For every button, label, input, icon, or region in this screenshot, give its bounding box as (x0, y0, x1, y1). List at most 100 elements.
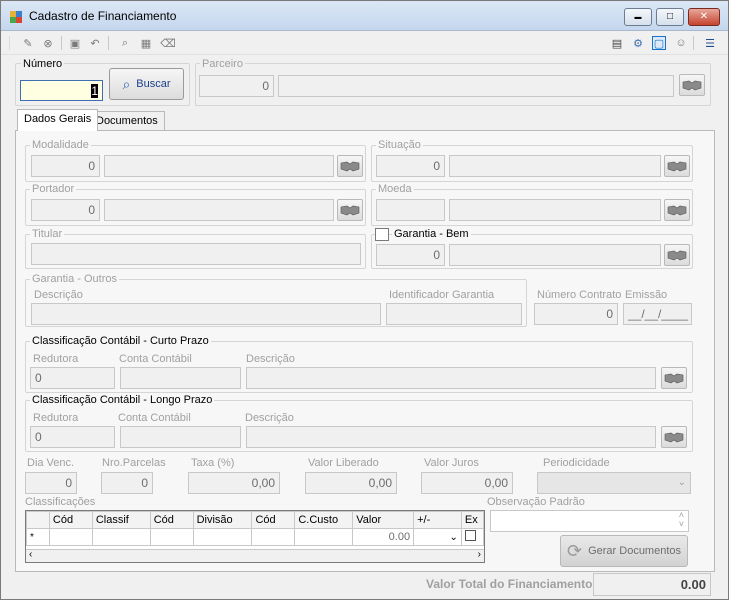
scroll-right-icon[interactable]: › (478, 549, 481, 560)
parceiro-name-field[interactable] (278, 75, 674, 97)
toolbar: ✎ ⊗ ▣ ↶ ⌕ ▦ ⌫ ▤ ⚙ ▢ ☺ ☰ (1, 31, 728, 55)
tab-documentos[interactable]: Documentos (89, 111, 165, 131)
column-header[interactable]: Cód (251, 511, 296, 529)
menu-icon[interactable]: ☰ (703, 36, 717, 50)
table-cell[interactable] (149, 528, 194, 546)
handshake-icon (664, 373, 684, 384)
table-cell[interactable] (192, 528, 253, 546)
garantia-descricao-label: Descrição (34, 289, 83, 301)
parceiro-lookup-button[interactable] (679, 74, 705, 96)
handshake-icon (667, 250, 687, 261)
curto-conta-field[interactable] (120, 367, 241, 389)
ex-checkbox[interactable] (464, 530, 476, 541)
tab-strip: Dados Gerais Documentos (15, 109, 715, 131)
garantia-descricao-field[interactable] (31, 303, 381, 325)
garantia-bem-lookup-button[interactable] (664, 244, 690, 266)
column-header[interactable]: Cód (149, 511, 194, 529)
toolbar-separator (693, 36, 694, 50)
periodicidade-select[interactable]: ⌄ (537, 472, 691, 494)
save-icon[interactable]: ▣ (68, 36, 82, 50)
eraser-icon[interactable]: ⌫ (160, 36, 176, 50)
curto-conta-label: Conta Contábil (119, 353, 192, 365)
column-header[interactable]: Valor (352, 511, 415, 529)
longo-descricao-field[interactable] (246, 426, 656, 448)
modalidade-name-field[interactable] (104, 155, 334, 177)
dia-venc-field[interactable]: 0 (25, 472, 77, 494)
curto-lookup-button[interactable] (661, 367, 687, 389)
longo-lookup-button[interactable] (661, 426, 687, 448)
ex-checkbox-cell[interactable] (460, 528, 484, 546)
grid-icon[interactable]: ▦ (139, 36, 153, 50)
portador-lookup-button[interactable] (337, 199, 363, 221)
column-header[interactable]: Cód (48, 511, 93, 529)
curto-descricao-label: Descrição (246, 353, 295, 365)
horizontal-scrollbar[interactable]: ‹ › (26, 549, 484, 562)
table-cell[interactable] (91, 528, 151, 546)
footer-total: Valor Total do Financiamento 0.00 (15, 572, 715, 597)
identificador-label: Identificador Garantia (389, 289, 495, 301)
garantia-bem-name-field[interactable] (449, 244, 661, 266)
parceiro-code-field[interactable]: 0 (199, 75, 274, 97)
report-icon[interactable]: ▤ (610, 36, 624, 50)
column-header[interactable]: Divisão (192, 511, 253, 529)
numero-input[interactable]: 1 (20, 80, 103, 101)
maximize-button[interactable]: □ (656, 8, 684, 26)
valor-juros-field[interactable]: 0,00 (421, 472, 513, 494)
valor-liberado-field[interactable]: 0,00 (305, 472, 397, 494)
moeda-name-field[interactable] (449, 199, 661, 221)
minimize-icon: ▬ (634, 14, 642, 21)
classificacoes-table: Cód Classif Cód Divisão Cód C.Custo Valo… (26, 511, 484, 546)
modalidade-lookup-button[interactable] (337, 155, 363, 177)
nro-parcelas-field[interactable]: 0 (101, 472, 153, 494)
buscar-button[interactable]: ⌕ Buscar (109, 68, 184, 100)
taxa-field[interactable]: 0,00 (188, 472, 280, 494)
new-row-marker: * (26, 528, 50, 546)
table-cell[interactable] (251, 528, 296, 546)
column-header[interactable]: C.Custo (294, 511, 354, 529)
longo-conta-field[interactable] (120, 426, 241, 448)
classificacoes-grid[interactable]: Cód Classif Cód Divisão Cód C.Custo Valo… (25, 510, 485, 563)
close-button[interactable]: ✕ (688, 8, 720, 26)
scroll-left-icon[interactable]: ‹ (29, 549, 32, 560)
nro-parcelas-label: Nro.Parcelas (102, 457, 166, 469)
longo-redutora-field[interactable]: 0 (30, 426, 115, 448)
periodicidade-label: Periodicidade (543, 457, 610, 469)
undo-icon[interactable]: ↶ (88, 36, 102, 50)
curto-redutora-field[interactable]: 0 (30, 367, 115, 389)
observacao-select[interactable]: ˄ ˅ (490, 510, 689, 532)
minimize-button[interactable]: ▬ (624, 8, 652, 26)
table-row[interactable]: * 0.00 ⌄ (26, 528, 484, 546)
cancel-icon[interactable]: ⊗ (41, 36, 55, 50)
settings-icon[interactable]: ⚙ (631, 36, 645, 50)
column-header[interactable]: Ex (460, 511, 484, 529)
garantia-bem-code-field[interactable]: 0 (376, 244, 445, 266)
handshake-icon (340, 161, 360, 172)
emissao-field[interactable]: __/__/____ (623, 303, 692, 325)
edit-icon[interactable]: ✎ (21, 36, 35, 50)
table-cell[interactable] (294, 528, 354, 546)
column-header[interactable]: +/- (413, 511, 462, 529)
portador-name-field[interactable] (104, 199, 334, 221)
titular-field[interactable] (31, 243, 361, 265)
situacao-name-field[interactable] (449, 155, 661, 177)
identificador-field[interactable] (386, 303, 522, 325)
curto-descricao-field[interactable] (246, 367, 656, 389)
garantia-bem-checkbox[interactable] (375, 228, 389, 241)
portador-code-field[interactable]: 0 (31, 199, 100, 221)
table-cell-valor[interactable]: 0.00 (352, 528, 415, 546)
user-icon[interactable]: ☺ (674, 36, 688, 50)
column-header[interactable]: Classif (91, 511, 151, 529)
tab-dados-gerais[interactable]: Dados Gerais (17, 109, 99, 131)
situacao-lookup-button[interactable] (664, 155, 690, 177)
table-cell[interactable] (48, 528, 93, 546)
gerar-documentos-button[interactable]: ⟳ Gerar Documentos (560, 535, 688, 567)
moeda-lookup-button[interactable] (664, 199, 690, 221)
window-icon[interactable]: ▢ (652, 36, 666, 50)
moeda-code-field[interactable] (376, 199, 445, 221)
situacao-code-field[interactable]: 0 (376, 155, 445, 177)
garantia-outros-label: Garantia - Outros (30, 273, 119, 285)
modalidade-code-field[interactable]: 0 (31, 155, 100, 177)
search-icon[interactable]: ⌕ (118, 36, 132, 50)
numero-contrato-field[interactable]: 0 (534, 303, 618, 325)
sign-select-cell[interactable]: ⌄ (413, 528, 462, 546)
